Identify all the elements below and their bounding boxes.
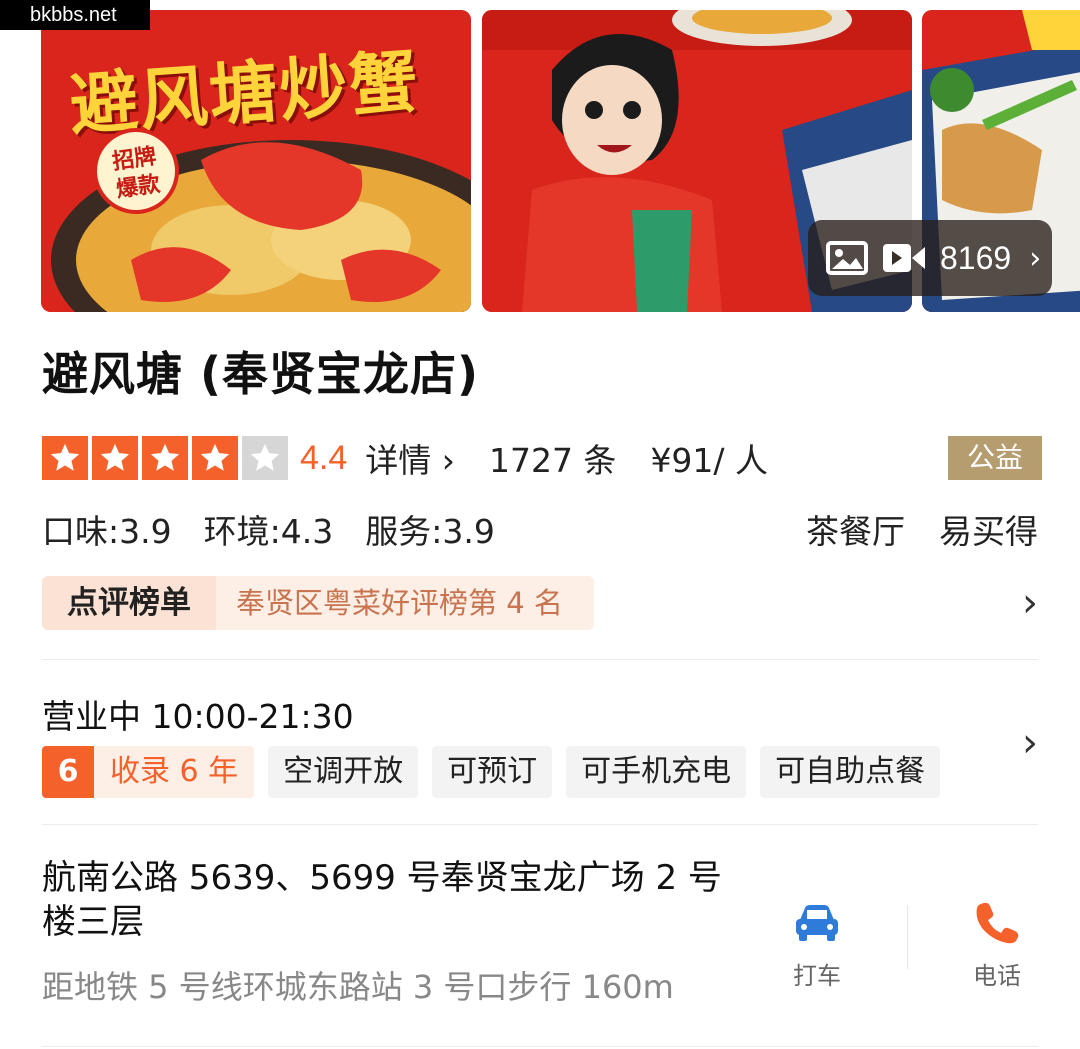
action-divider [907,905,908,969]
address[interactable]: 航南公路 5639、5699 号奉贤宝龙广场 2 号 楼三层 [42,856,762,944]
shop-name: 避风塘 (奉贤宝龙店) [42,347,480,401]
address-line-1: 航南公路 5639、5699 号奉贤宝龙广场 2 号 [42,858,722,898]
service-score: 服务:3.9 [365,512,495,551]
years-number: 6 [42,746,94,798]
divider [42,659,1038,660]
ranking-banner[interactable]: 点评榜单 奉贤区粤菜好评榜第 4 名 [42,576,594,630]
star-icon [92,436,138,480]
category-tag[interactable]: 茶餐厅 [806,505,905,553]
watermark: bkbbs.net [0,0,150,30]
ranking-text: 奉贤区粤菜好评榜第 4 名 [216,576,594,630]
taste-score: 口味:3.9 [42,512,172,551]
business-hours: 营业中 10:00-21:30 [42,697,354,736]
review-count[interactable]: 1727 条 [489,434,616,482]
feature-tag: 空调开放 [268,746,419,798]
chevron-right-icon: › [1029,240,1042,276]
years-text: 收录 6 年 [110,754,239,789]
divider [42,1046,1038,1047]
category-list: 茶餐厅 易买得 [806,505,1038,553]
phone-label: 电话 [973,962,1021,990]
media-count-button[interactable]: 8169 › [808,220,1052,296]
photo-gallery[interactable]: 避风塘炒蟹 招牌 爆款 8169 › [0,10,1080,312]
environment-score: 环境:4.3 [203,512,334,551]
charity-badge[interactable]: 公益 [948,436,1042,480]
phone-button[interactable]: 电话 [942,900,1052,991]
star-empty-icon [242,436,288,480]
car-icon [796,905,838,941]
sub-scores: 口味:3.9 环境:4.3 服务:3.9 [42,505,495,553]
ranking-chevron-right-icon[interactable]: › [1022,580,1038,626]
star-icon [42,436,88,480]
feature-tag: 可自助点餐 [760,746,941,798]
star-rating [42,436,288,480]
gallery-photo-1[interactable]: 避风塘炒蟹 招牌 爆款 [41,10,471,312]
subway-distance: 距地铁 5 号线环城东路站 3 号口步行 160m [42,968,674,1006]
address-line-2: 楼三层 [42,902,144,942]
divider [42,824,1038,825]
hours-chevron-right-icon[interactable]: › [1022,720,1038,766]
feature-tags[interactable]: 6 收录 6 年 空调开放 可预订 可手机充电 可自助点餐 [42,746,941,798]
ranking-label: 点评榜单 [42,576,216,630]
rating-row: 4.4 详情 › 1727 条 ¥91/ 人 公益 [42,436,1042,480]
star-icon [192,436,238,480]
category-tag[interactable]: 易买得 [939,505,1038,553]
feature-tag: 可手机充电 [566,746,747,798]
tag-listed-years: 6 收录 6 年 [42,746,255,798]
media-count: 8169 [940,239,1012,276]
image-icon [826,241,868,275]
taxi-button[interactable]: 打车 [762,900,872,991]
phone-icon [976,902,1019,944]
star-icon [142,436,188,480]
feature-tag: 可预订 [432,746,553,798]
taxi-label: 打车 [793,962,841,990]
rating-detail-link[interactable]: 详情 › [365,434,455,482]
price-per-person: ¥91/ 人 [650,441,769,480]
video-icon [883,244,925,272]
rating-score: 4.4 [300,438,348,477]
